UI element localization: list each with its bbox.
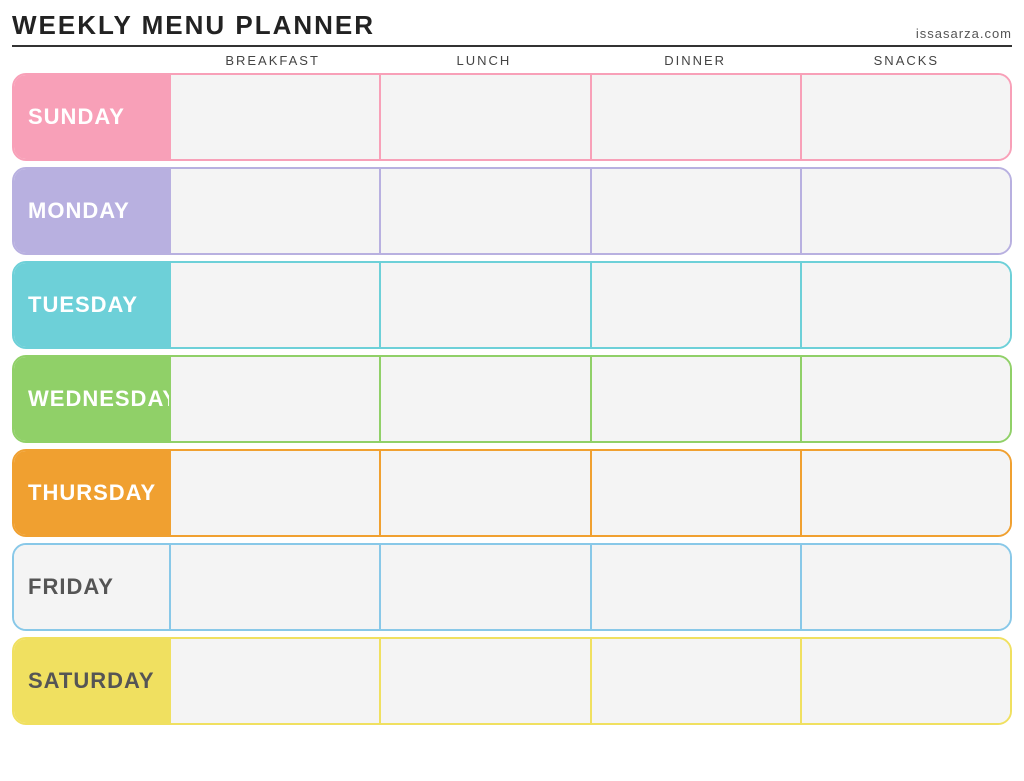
cell-wednesday-dinner[interactable]: [590, 357, 800, 441]
day-label-monday: Monday: [14, 169, 169, 253]
cell-monday-breakfast[interactable]: [169, 169, 379, 253]
day-row-monday: Monday: [12, 167, 1012, 255]
col-header-snacks: Snacks: [801, 53, 1012, 68]
cell-monday-dinner[interactable]: [590, 169, 800, 253]
cell-friday-snacks[interactable]: [800, 545, 1010, 629]
cell-sunday-snacks[interactable]: [800, 75, 1010, 159]
page-header: Weekly Menu Planner issasarza.com: [12, 10, 1012, 47]
cell-wednesday-snacks[interactable]: [800, 357, 1010, 441]
col-header-dinner: Dinner: [590, 53, 801, 68]
cell-wednesday-breakfast[interactable]: [169, 357, 379, 441]
day-row-saturday: Saturday: [12, 637, 1012, 725]
col-header-breakfast: Breakfast: [167, 53, 378, 68]
day-row-sunday: Sunday: [12, 73, 1012, 161]
day-row-friday: Friday: [12, 543, 1012, 631]
cell-sunday-lunch[interactable]: [379, 75, 589, 159]
cell-friday-lunch[interactable]: [379, 545, 589, 629]
cell-tuesday-snacks[interactable]: [800, 263, 1010, 347]
cell-friday-breakfast[interactable]: [169, 545, 379, 629]
cell-monday-lunch[interactable]: [379, 169, 589, 253]
day-label-thursday: Thursday: [14, 451, 169, 535]
cell-thursday-lunch[interactable]: [379, 451, 589, 535]
day-label-friday: Friday: [14, 545, 169, 629]
day-label-wednesday: Wednesday: [14, 357, 169, 441]
cell-tuesday-lunch[interactable]: [379, 263, 589, 347]
planner-grid: Sunday Monday Tuesday Wednesday Thursday Frid…: [12, 73, 1012, 725]
day-row-wednesday: Wednesday: [12, 355, 1012, 443]
cell-monday-snacks[interactable]: [800, 169, 1010, 253]
column-headers: Breakfast Lunch Dinner Snacks: [12, 53, 1012, 68]
cell-tuesday-breakfast[interactable]: [169, 263, 379, 347]
cell-tuesday-dinner[interactable]: [590, 263, 800, 347]
cell-thursday-snacks[interactable]: [800, 451, 1010, 535]
page-title: Weekly Menu Planner: [12, 10, 375, 41]
cell-thursday-dinner[interactable]: [590, 451, 800, 535]
col-header-lunch: Lunch: [378, 53, 589, 68]
cell-friday-dinner[interactable]: [590, 545, 800, 629]
cell-sunday-breakfast[interactable]: [169, 75, 379, 159]
cell-thursday-breakfast[interactable]: [169, 451, 379, 535]
cell-saturday-breakfast[interactable]: [169, 639, 379, 723]
website-label: issasarza.com: [916, 26, 1012, 41]
cell-sunday-dinner[interactable]: [590, 75, 800, 159]
cell-saturday-dinner[interactable]: [590, 639, 800, 723]
day-row-thursday: Thursday: [12, 449, 1012, 537]
day-label-saturday: Saturday: [14, 639, 169, 723]
day-label-tuesday: Tuesday: [14, 263, 169, 347]
cell-saturday-lunch[interactable]: [379, 639, 589, 723]
cell-saturday-snacks[interactable]: [800, 639, 1010, 723]
day-row-tuesday: Tuesday: [12, 261, 1012, 349]
day-label-sunday: Sunday: [14, 75, 169, 159]
cell-wednesday-lunch[interactable]: [379, 357, 589, 441]
col-header-empty: [12, 53, 167, 68]
